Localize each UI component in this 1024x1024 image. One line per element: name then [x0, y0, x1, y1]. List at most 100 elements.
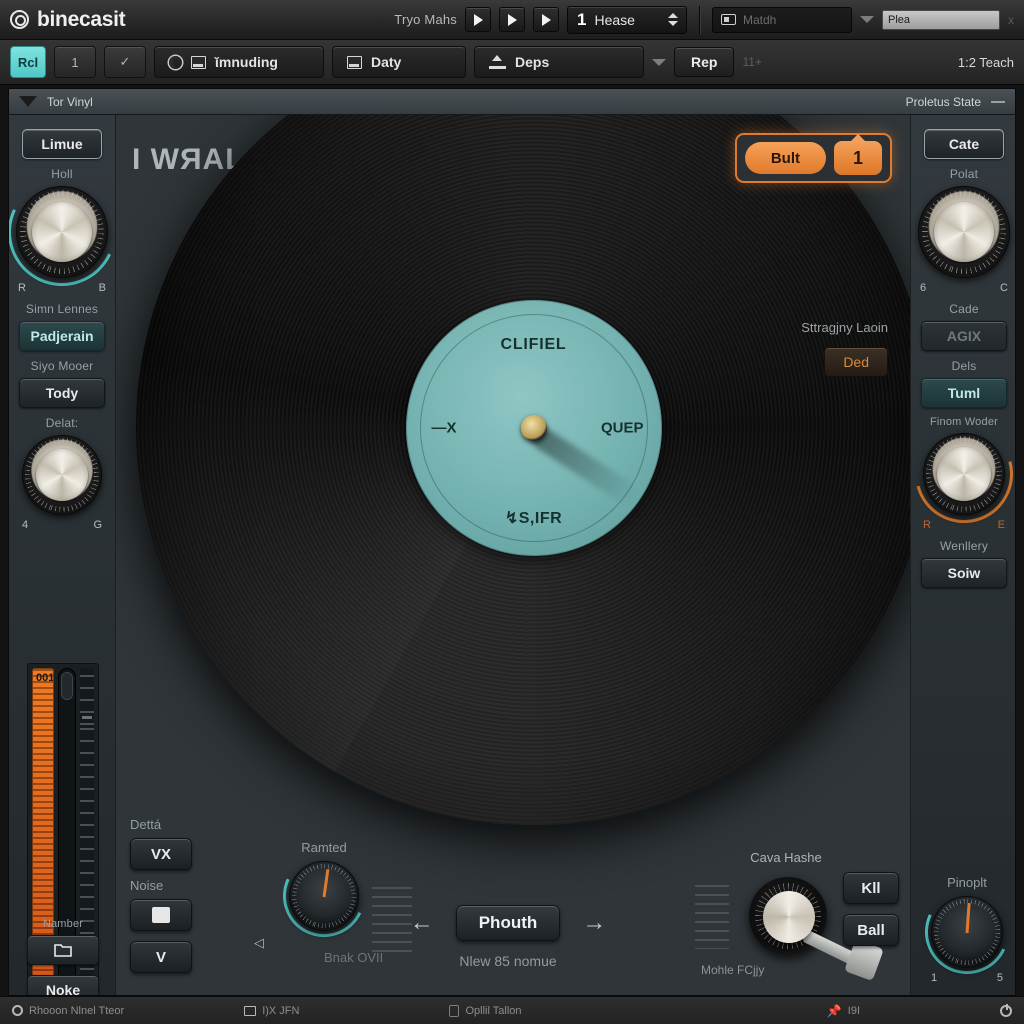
delat-knob-label: Delat:	[45, 416, 79, 430]
phouth-button[interactable]: Phouth	[455, 905, 561, 941]
daty-combo-label: Daty	[371, 54, 402, 70]
noise-square-button[interactable]	[130, 899, 192, 931]
record-button[interactable]: Rcl	[10, 46, 46, 78]
chevron-down-icon[interactable]	[652, 58, 666, 66]
pinoplt-knob-max: 5	[996, 972, 1003, 984]
strobe-marks-right	[695, 885, 729, 949]
status-item-2[interactable]: I)X JFN	[244, 1005, 299, 1017]
play-button-2[interactable]	[499, 7, 525, 32]
limue-button[interactable]: Limue	[22, 129, 102, 159]
vinyl-record[interactable]: CLIFIEL —X QUEР ↯S,IFR	[136, 115, 910, 825]
daty-combo[interactable]: Daty	[332, 46, 466, 78]
built-indicator[interactable]: Bult 1	[734, 133, 892, 183]
play-button-1[interactable]	[465, 7, 491, 32]
record-label-top: CLIFIEL	[500, 335, 567, 353]
namber-label: Namber	[42, 918, 84, 930]
tuml-button[interactable]: Tuml	[921, 378, 1007, 408]
play-icon	[473, 13, 483, 26]
hease-stepper[interactable]: 1 Hease	[567, 5, 687, 34]
titlebar-divider	[699, 5, 700, 34]
siyo-mooer-label: Siyo Mooer	[30, 359, 94, 373]
spindle-shadow	[527, 423, 641, 508]
brand: binecasit	[10, 7, 126, 32]
finom-woder-knob-min: R	[923, 519, 931, 531]
titlebar: binecasit Tryo Mahs 1 Hease Matdh Plea x	[0, 0, 1024, 40]
soiw-button[interactable]: Soiw	[921, 558, 1007, 588]
arrow-left-icon[interactable]: ←	[410, 911, 434, 935]
delat-knob-max: G	[93, 519, 102, 531]
finom-woder-knob-max: E	[997, 519, 1005, 531]
built-count-badge: 1	[834, 141, 882, 175]
card-icon	[721, 14, 736, 25]
noke-button[interactable]: Noke	[27, 975, 99, 995]
statusbar: Rhooon Nlnel Tteor I)X JFN Opllil Tallon…	[0, 996, 1024, 1024]
rep-button[interactable]: Rep	[674, 47, 735, 77]
pin-icon: 📌	[826, 1003, 842, 1018]
ramted-knob[interactable]	[271, 843, 377, 949]
tody-button[interactable]: Tody	[19, 378, 105, 408]
moon-icon	[169, 56, 182, 69]
pinoplt-knob[interactable]	[913, 878, 1015, 986]
brand-name: binecasit	[37, 7, 126, 31]
triangle-menu-icon[interactable]	[19, 96, 37, 107]
polat-knob-min: 6	[920, 282, 927, 294]
search-input[interactable]: Matdh	[712, 6, 852, 33]
plea-field[interactable]: Plea	[882, 9, 1000, 30]
play-icon	[507, 13, 517, 26]
document-icon	[347, 55, 362, 69]
status-item-4[interactable]: 📌 I9Ӏ	[827, 1004, 860, 1018]
status-item-1-label: Rhooon Nlnel Tteor	[29, 1004, 125, 1017]
spindle-icon	[520, 414, 547, 441]
plugin-title: Tor Vinyl	[47, 94, 93, 109]
turntable-deck: I WЯAL CLIFIEL —X QUEР ↯S,IFR Bult 1 Stt…	[116, 115, 910, 995]
strobe-marks-left	[372, 887, 412, 959]
cate-button[interactable]: Cate	[924, 129, 1004, 159]
status-item-1[interactable]: Rhooon Nlnel Tteor	[12, 1005, 124, 1017]
status-item-3[interactable]: Opllil Tallon	[449, 1004, 522, 1017]
pinoplt-label: Pinoplt	[947, 875, 987, 890]
delat-knob-min: 4	[22, 519, 29, 531]
application-window: binecasit Tryo Mahs 1 Hease Matdh Plea x…	[0, 0, 1024, 1024]
holl-knob[interactable]	[9, 162, 132, 302]
kll-button[interactable]: Kll	[843, 872, 899, 904]
minimize-icon[interactable]	[991, 100, 1005, 103]
polat-knob[interactable]	[918, 186, 1010, 278]
stepper-label: Hease	[594, 11, 635, 28]
moon-combo[interactable]: ῐmnuding	[154, 46, 324, 78]
padjerain-button[interactable]: Padjerain	[19, 321, 105, 351]
moon-combo-label: ῐmnuding	[215, 54, 278, 70]
kill-ball-group: Kll Ball	[843, 872, 899, 946]
chevron-down-icon[interactable]	[860, 16, 874, 23]
ramted-label: Ramted	[301, 840, 347, 855]
noise-v-button[interactable]: V	[130, 941, 192, 973]
record-label-left: —X	[431, 419, 457, 436]
finom-woder-knob[interactable]	[897, 407, 1015, 541]
deps-combo[interactable]: Deps	[474, 46, 644, 78]
ded-button[interactable]: Ded	[824, 347, 888, 377]
power-icon[interactable]	[1000, 1003, 1012, 1017]
folder-button[interactable]	[27, 935, 99, 965]
spinner-updown-icon[interactable]	[668, 13, 682, 26]
polat-knob-label: Polat	[949, 167, 979, 181]
agix-button[interactable]: AGIX	[921, 321, 1007, 351]
arrow-right-icon[interactable]: →	[582, 911, 606, 935]
delat-knob[interactable]	[22, 435, 102, 515]
plugin-body: Limue Holl R B Simn Lennes Padjerain Siy…	[9, 115, 1015, 995]
toolbar-count-label: 11+	[742, 55, 762, 69]
plugin-window: Tor Vinyl Proletus State Limue Holl R B …	[8, 88, 1016, 996]
titlebar-menu-label[interactable]: Tryo Mahs	[394, 12, 457, 27]
detta-label: Dettá	[130, 817, 162, 832]
play-button-3[interactable]	[533, 7, 559, 32]
namber-group: Namber Noke	[27, 910, 99, 995]
status-item-4-label: I9Ӏ	[847, 1004, 860, 1017]
close-icon[interactable]: x	[1008, 13, 1014, 27]
vx-button[interactable]: VX	[130, 838, 192, 870]
record-label-bottom: ↯S,IFR	[504, 509, 563, 527]
built-label[interactable]: Bult	[744, 142, 826, 174]
count-button[interactable]: 1	[54, 46, 96, 78]
tonearm-sublabel: Mohle FCjjy	[701, 963, 765, 977]
checkmark-icon[interactable]: ✓	[104, 46, 146, 78]
toolbar-status-label: 1:2 Teach	[957, 54, 1014, 70]
knob-cap	[936, 446, 992, 502]
ball-button[interactable]: Ball	[843, 914, 899, 946]
